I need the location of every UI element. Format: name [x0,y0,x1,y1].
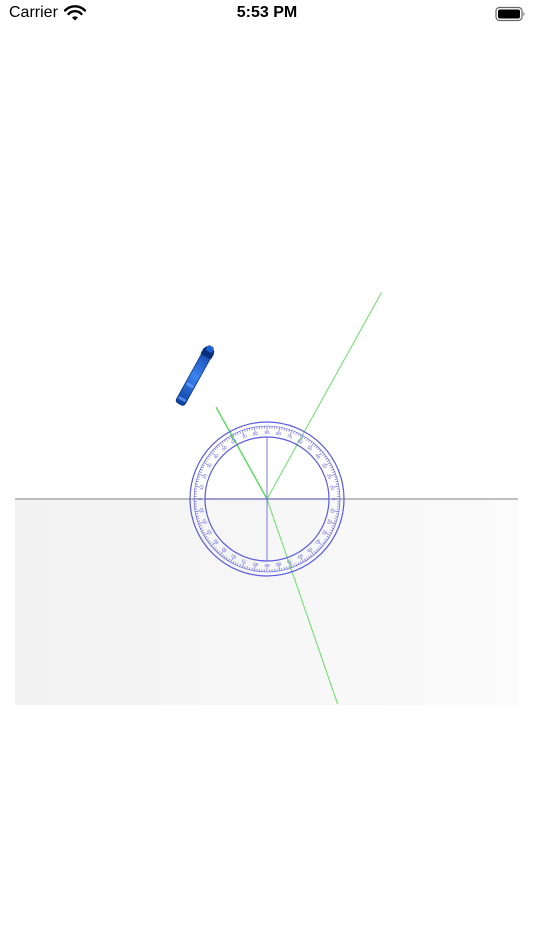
protractor-tick [234,433,237,436]
protractor-tick [237,432,239,435]
protractor-tick [315,446,318,449]
protractor-tick [335,481,338,483]
protractor-tick [297,433,300,436]
protractor-label: 10 [199,484,205,490]
protractor-label: 10 [329,485,335,491]
protractor-label: 40 [213,452,220,459]
protractor-tick [214,448,217,451]
protractor-tick [306,438,309,441]
protractor-tick [304,436,306,440]
protractor-tick [195,483,199,485]
protractor-tick [196,478,200,480]
water-medium [15,499,518,705]
protractor-tick [228,436,230,440]
laser-pointer[interactable] [174,343,216,407]
protractor-tick [323,455,327,458]
protractor-tick [209,453,212,456]
protractor-tick [223,439,226,443]
protractor-tick [249,428,251,431]
protractor-tick [239,431,241,434]
protractor-label: 80 [276,431,282,437]
protractor-tick [329,464,332,467]
protractor-tick [225,438,228,441]
protractor-label: 0 [198,497,203,500]
protractor-tick [332,471,335,473]
protractor-tick [200,469,203,471]
protractor-tick [246,428,248,432]
protractor-tick [317,448,320,451]
protractor-tick [335,483,339,485]
protractor-tick [330,466,333,469]
optics-scene: 0102030405060708090807060504030201001020… [15,292,518,705]
protractor-tick [281,427,283,431]
protractor-tick [196,481,199,483]
protractor-label: 90 [264,430,270,435]
protractor-tick [199,471,202,473]
protractor-tick [221,441,224,444]
protractor-label: 20 [201,473,208,480]
protractor-label: 30 [321,462,328,469]
protractor-label: 50 [306,445,313,452]
protractor-tick [216,446,219,449]
protractor-tick [322,453,325,456]
protractor-tick [299,434,302,437]
protractor-tick [197,476,201,478]
incident-beam [215,406,268,500]
protractor-label: 70 [286,433,293,440]
protractor-tick [202,464,205,467]
protractor-tick [313,444,317,447]
protractor-tick [212,449,215,453]
protractor-tick [207,455,211,458]
protractor-tick [251,427,253,431]
protractor-label: 20 [326,473,333,480]
protractor-tick [217,444,221,447]
protractor-tick [310,441,313,444]
protractor-label: 30 [206,462,213,469]
protractor-tick [288,429,290,433]
protractor-tick [204,460,208,462]
protractor-label: 70 [241,433,248,440]
protractor-label: 80 [253,431,259,437]
protractor-tick [293,431,295,434]
protractor-tick [286,428,288,432]
protractor-tick [319,449,322,453]
protractor-tick [295,432,297,435]
protractor-tick [325,457,328,460]
protractor-label: 90 [264,563,270,568]
protractor-tick [206,457,209,460]
protractor-tick [244,429,246,433]
protractor-tick [308,439,311,443]
protractor-tick [334,478,338,480]
protractor-tick [333,476,337,478]
protractor-tick [283,428,285,431]
protractor-tick [326,460,330,462]
protractor-tick [201,466,204,469]
protractor-tick [331,469,334,471]
